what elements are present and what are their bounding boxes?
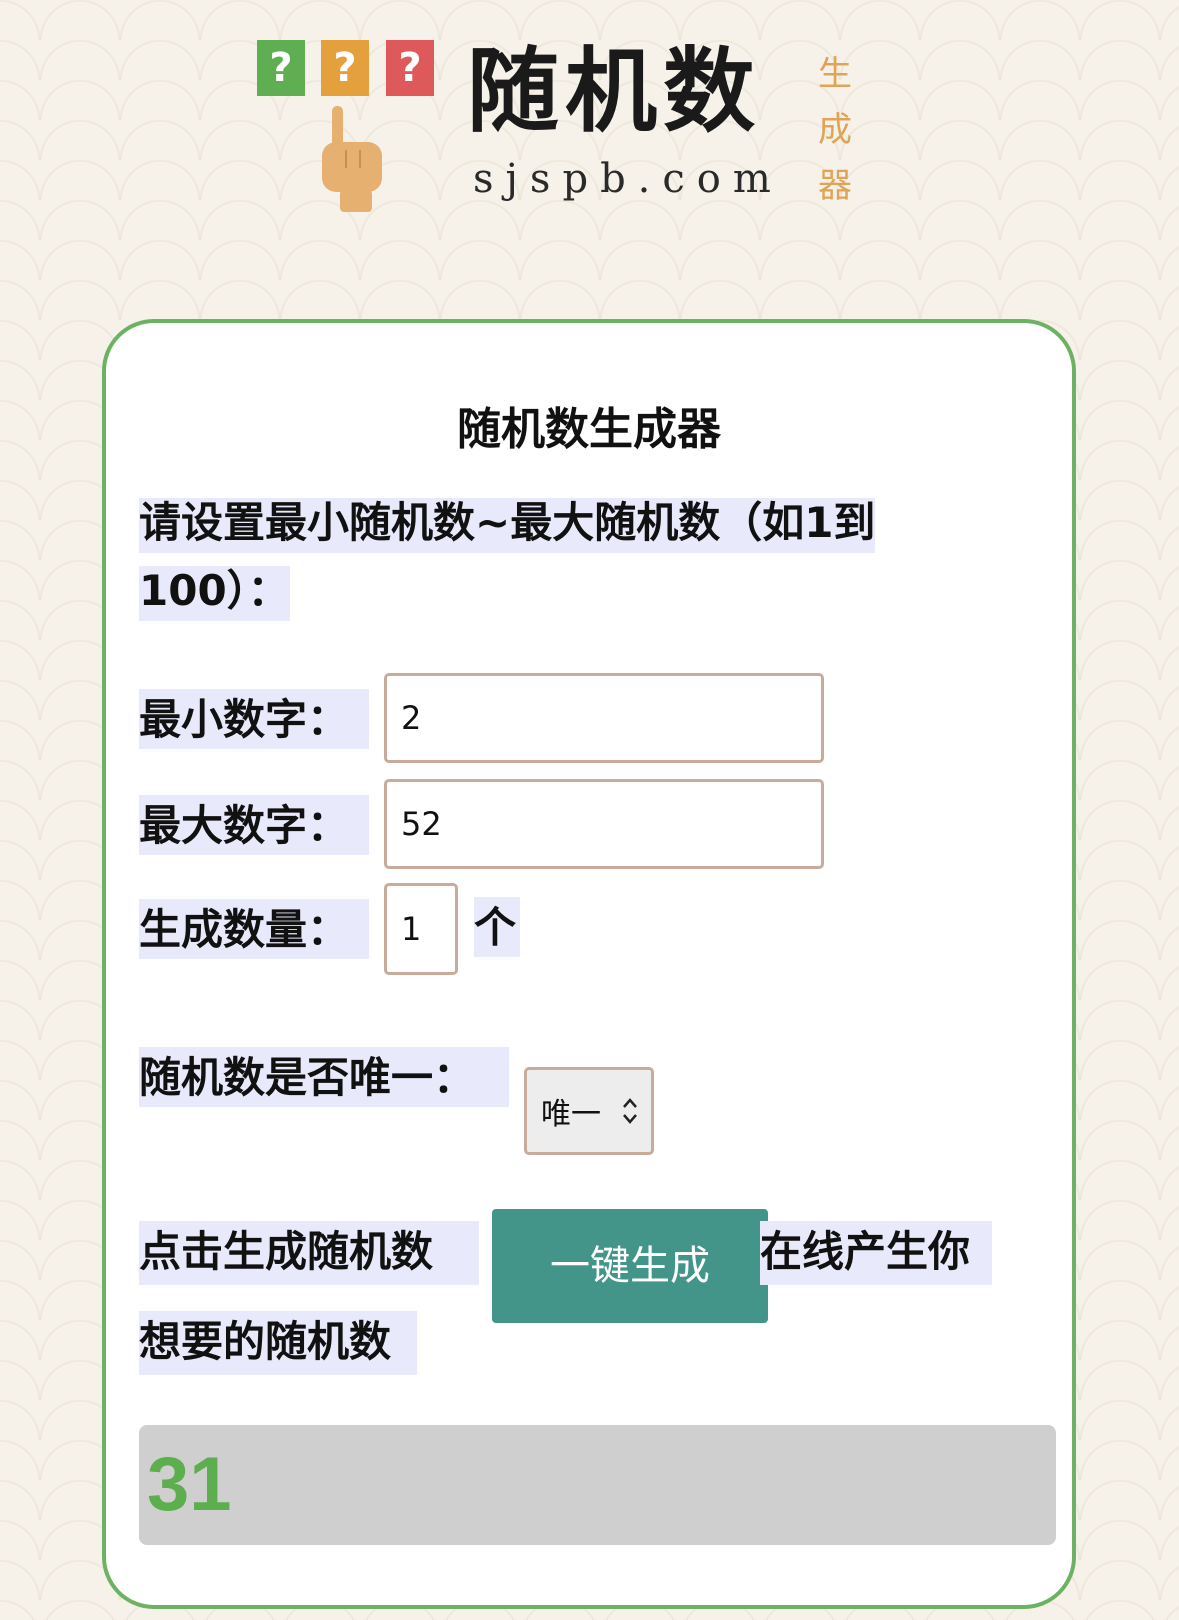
intro-text: 请设置最小随机数~最大随机数（如1到 100）： (139, 489, 959, 625)
logo-title: 随机数 (467, 37, 762, 145)
pointing-hand-icon (322, 106, 382, 212)
logo-side-char: 成 (818, 110, 852, 150)
site-logo[interactable]: ? ? ? 随机数 sjspb.com 生 成 器 (255, 36, 855, 226)
action-suffix-text-2: 想要的随机数 (139, 1311, 417, 1375)
unique-select-value: 唯一 (541, 1097, 601, 1132)
logo-side-char: 生 (818, 54, 852, 94)
unique-label: 随机数是否唯一： (139, 1047, 509, 1107)
max-number-label: 最大数字： (139, 795, 369, 855)
count-unit: 个 (474, 897, 520, 957)
logo-side-char: 器 (818, 166, 852, 206)
count-input[interactable]: 1 (384, 883, 458, 975)
result-display: 31 (139, 1425, 1056, 1545)
min-number-input[interactable]: 2 (384, 673, 824, 763)
count-label: 生成数量： (139, 899, 369, 959)
logo-side-text: 生 成 器 (815, 46, 855, 214)
question-mark-orange-icon: ? (321, 40, 369, 96)
max-number-input[interactable]: 52 (384, 779, 824, 869)
intro-line-1: 请设置最小随机数~最大随机数（如1到 (139, 498, 876, 553)
min-number-label: 最小数字： (139, 689, 369, 749)
generator-card: 随机数生成器 请设置最小随机数~最大随机数（如1到 100）： 最小数字： 2 … (102, 319, 1076, 1609)
card-title: 随机数生成器 (457, 404, 721, 455)
question-mark-green-icon: ? (257, 40, 305, 96)
chevron-up-down-icon (623, 1098, 637, 1124)
intro-line-2: 100）： (139, 566, 290, 621)
action-suffix-text-1: 在线产生你 (760, 1221, 992, 1285)
generate-button[interactable]: 一键生成 (492, 1209, 768, 1323)
unique-select[interactable]: 唯一 (524, 1067, 654, 1155)
action-prefix-text: 点击生成随机数 (139, 1221, 479, 1285)
logo-domain: sjspb.com (473, 156, 783, 202)
question-mark-red-icon: ? (386, 40, 434, 96)
